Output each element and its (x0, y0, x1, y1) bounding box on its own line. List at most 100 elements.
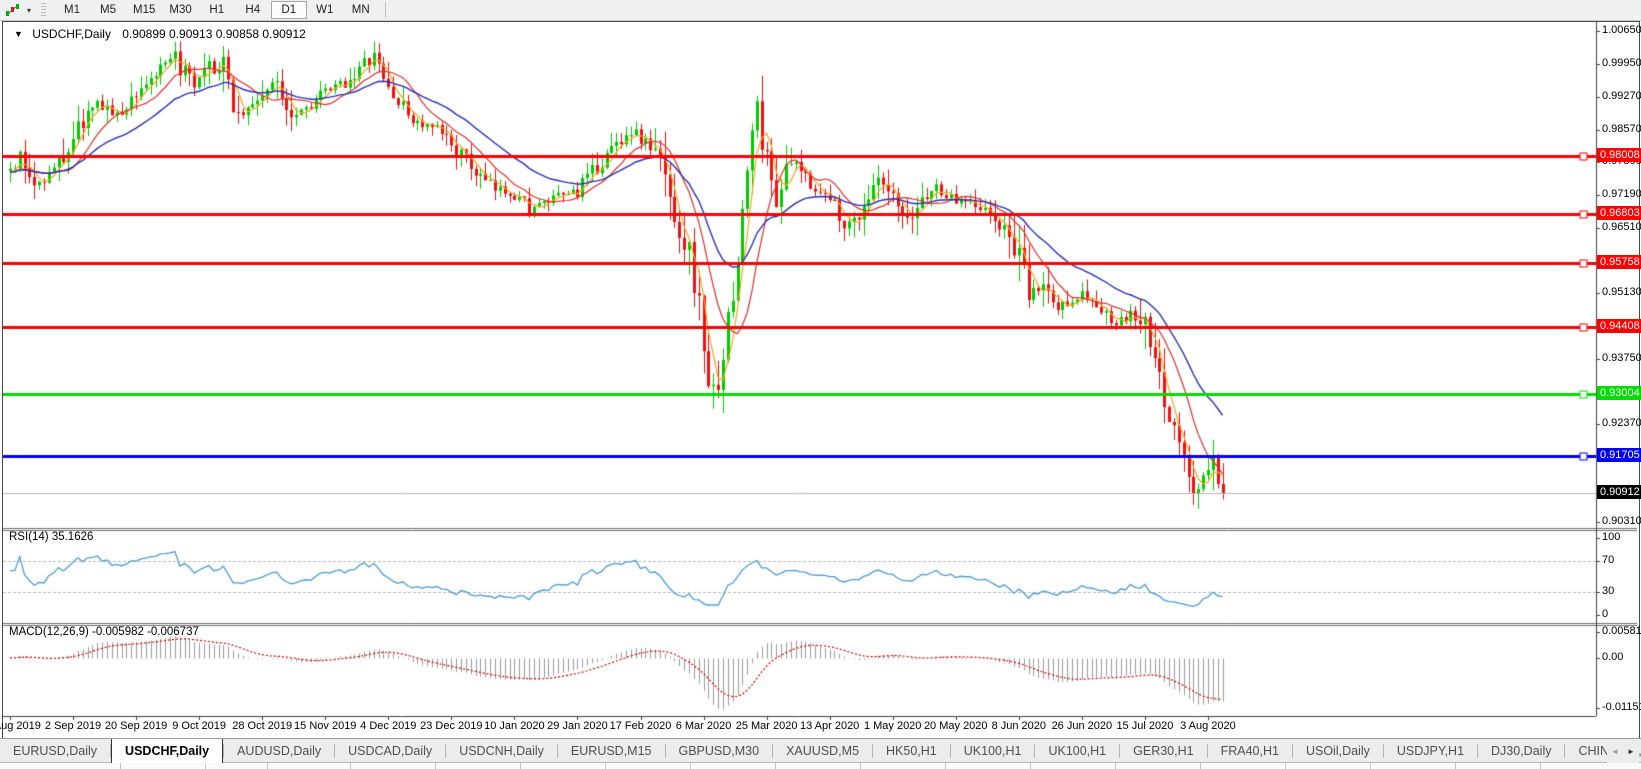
tab-scroll-left-button[interactable]: ◄ (1607, 742, 1623, 760)
tab-usdcnh-daily[interactable]: USDCNH,Daily (446, 739, 557, 763)
status-divider (1030, 763, 1031, 769)
date-label: 17 Feb 2020 (606, 720, 676, 732)
price-tick-label: 0.98570 (1602, 123, 1641, 135)
tabs-holder: EURUSD,DailyUSDCHF,DailyAUDUSD,DailyUSDC… (0, 739, 1641, 763)
tab-uk100-h1[interactable]: UK100,H1 (1035, 739, 1119, 763)
status-strip (0, 762, 1641, 769)
tab-uk100-h1[interactable]: UK100,H1 (951, 739, 1035, 763)
date-label: 23 Dec 2019 (416, 720, 486, 732)
status-divider (1115, 763, 1116, 769)
status-divider (1285, 763, 1286, 769)
date-label: 4 Dec 2019 (353, 720, 423, 732)
status-divider (1540, 763, 1541, 769)
rsi-tick-label: 0 (1602, 608, 1641, 620)
status-divider (435, 763, 436, 769)
tab-usdcad-daily[interactable]: USDCAD,Daily (335, 739, 445, 763)
timeframe-button-m5[interactable]: M5 (90, 1, 126, 19)
price-level-tag: 0.91705 (1597, 448, 1641, 462)
date-label: 8 Jun 2020 (984, 720, 1054, 732)
chart-type-dropdown-caret[interactable]: ▾ (23, 6, 35, 15)
mt4-window: ▾ M1M5M15M30H1H4D1W1MN ▼ USDCHF,Daily 0.… (0, 0, 1641, 769)
chart-tab-bar: EURUSD,DailyUSDCHF,DailyAUDUSD,DailyUSDC… (0, 738, 1641, 763)
chart-window (2, 21, 1640, 739)
status-divider (267, 763, 268, 769)
status-divider (120, 763, 121, 769)
tab-usdchf-daily[interactable]: USDCHF,Daily (111, 738, 223, 763)
status-divider (605, 763, 606, 769)
price-tick-label: 0.99950 (1602, 57, 1641, 69)
tab-eurusd-daily[interactable]: EURUSD,Daily (0, 739, 110, 763)
date-label: 3 Aug 2020 (1173, 720, 1243, 732)
toolbar-grip[interactable] (41, 3, 46, 17)
status-divider (775, 763, 776, 769)
status-divider (350, 763, 351, 769)
price-tick-label: 0.92370 (1602, 417, 1641, 429)
macd-tick-label: 0.00 (1602, 651, 1641, 663)
status-divider (205, 763, 206, 769)
date-label: 9 Oct 2019 (164, 720, 234, 732)
chart-canvas[interactable] (3, 22, 1637, 736)
tab-fra40-h1[interactable]: FRA40,H1 (1208, 739, 1292, 763)
tab-eurusd-m15[interactable]: EURUSD,M15 (558, 739, 665, 763)
price-tick-label: 0.96510 (1602, 221, 1641, 233)
tab-scroll-right-button[interactable]: ► (1623, 742, 1639, 760)
timeframe-button-h1[interactable]: H1 (199, 1, 235, 19)
price-tick-label: 0.93750 (1602, 352, 1641, 364)
price-level-tag: 0.96803 (1597, 206, 1641, 220)
current-price-tag: 0.90912 (1597, 485, 1641, 499)
date-label: 2 Sep 2019 (38, 720, 108, 732)
status-divider (520, 763, 521, 769)
tab-xauusd-m5[interactable]: XAUUSD,M5 (773, 739, 872, 763)
price-level-tag: 0.95758 (1597, 255, 1641, 269)
chart-type-icon[interactable] (3, 2, 23, 18)
date-label: 20 Sep 2019 (101, 720, 171, 732)
status-divider (1455, 763, 1456, 769)
timeframe-button-h4[interactable]: H4 (235, 1, 271, 19)
chart-collapse-icon[interactable]: ▼ (14, 29, 23, 39)
rsi-label: RSI(14) 35.1626 (9, 531, 93, 543)
tab-ger30-h1[interactable]: GER30,H1 (1120, 739, 1206, 763)
date-label: 29 Jan 2020 (542, 720, 612, 732)
timeframe-buttons-group: M1M5M15M30H1H4D1W1MN (54, 1, 379, 19)
macd-tick-label: 0.005818 (1602, 625, 1641, 637)
chart-title-symbol: USDCHF,Daily (32, 27, 111, 41)
chart-title: ▼ USDCHF,Daily 0.90899 0.90913 0.90858 0… (14, 27, 306, 41)
rsi-tick-label: 100 (1602, 531, 1641, 543)
price-level-tag: 0.94408 (1597, 319, 1641, 333)
tab-gbpusd-m30[interactable]: GBPUSD,M30 (666, 739, 773, 763)
price-level-tag: 0.93004 (1597, 386, 1641, 400)
price-level-tag: 0.98008 (1597, 148, 1641, 162)
price-tick-label: 0.97190 (1602, 188, 1641, 200)
status-divider (690, 763, 691, 769)
toolbar-separator (385, 2, 386, 18)
timeframe-button-d1[interactable]: D1 (271, 1, 307, 19)
tab-scroll-arrows: ◄ ► (1607, 739, 1639, 763)
rsi-tick-label: 30 (1602, 585, 1641, 597)
timeframe-button-m1[interactable]: M1 (54, 1, 90, 19)
date-label: 20 May 2020 (921, 720, 991, 732)
tab-usdjpy-h1[interactable]: USDJPY,H1 (1384, 739, 1477, 763)
date-label: 15 Nov 2019 (290, 720, 360, 732)
tab-hk50-h1[interactable]: HK50,H1 (873, 739, 950, 763)
date-label: 10 Jan 2020 (479, 720, 549, 732)
status-divider (860, 763, 861, 769)
date-label: 26 Jun 2020 (1047, 720, 1117, 732)
price-tick-label: 1.00650 (1602, 24, 1641, 36)
tab-dj30-daily[interactable]: DJ30,Daily (1478, 739, 1564, 763)
timeframe-button-m30[interactable]: M30 (162, 1, 198, 19)
macd-tick-label: -0.011514 (1602, 701, 1641, 713)
tab-audusd-daily[interactable]: AUDUSD,Daily (224, 739, 334, 763)
date-label: 15 Jul 2020 (1110, 720, 1180, 732)
tab-usoil-daily[interactable]: USOil,Daily (1293, 739, 1383, 763)
rsi-tick-label: 70 (1602, 554, 1641, 566)
timeframe-button-w1[interactable]: W1 (307, 1, 343, 19)
date-label: 13 Apr 2020 (795, 720, 865, 732)
macd-label: MACD(12,26,9) -0.005982 -0.006737 (9, 626, 199, 638)
timeframe-button-m15[interactable]: M15 (126, 1, 162, 19)
date-label: 28 Oct 2019 (227, 720, 297, 732)
timeframe-button-mn[interactable]: MN (343, 1, 379, 19)
status-divider (1370, 763, 1371, 769)
timeframe-toolbar: ▾ M1M5M15M30H1H4D1W1MN (0, 0, 1641, 21)
chart-title-ohlc: 0.90899 0.90913 0.90858 0.90912 (122, 27, 306, 41)
candles-zigzag-icon (5, 3, 21, 17)
